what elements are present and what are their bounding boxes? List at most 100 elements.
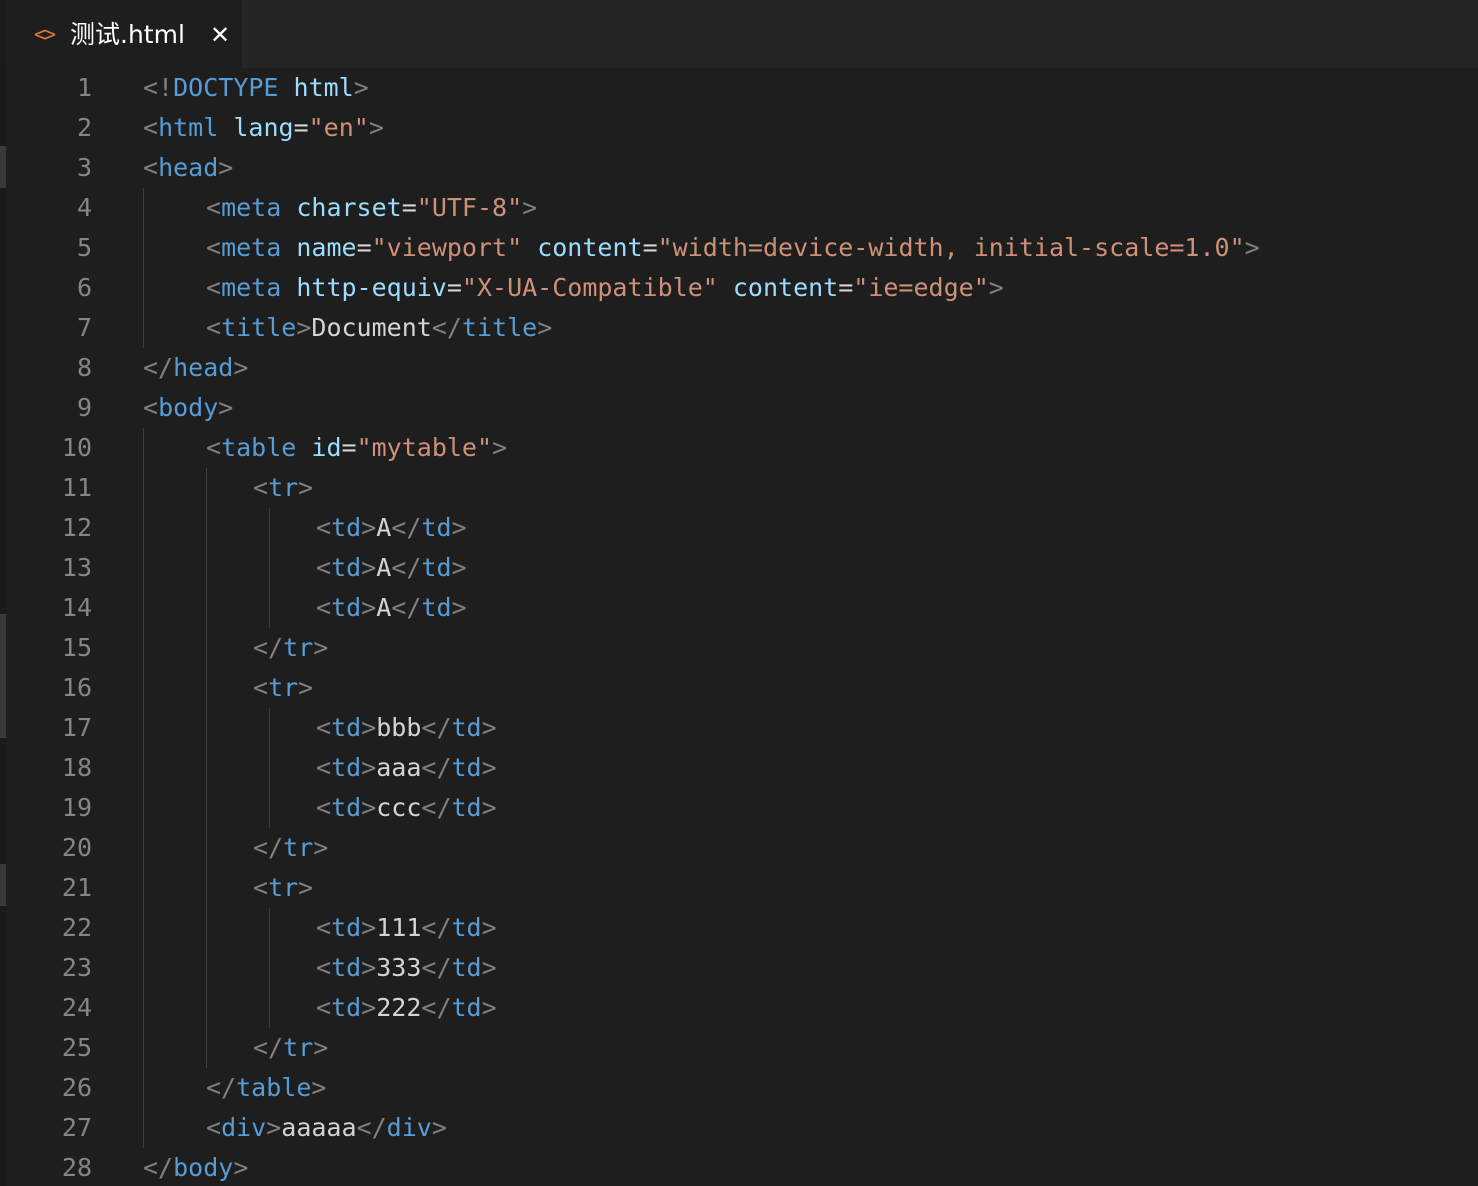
code-content[interactable]: <html lang="en"> — [143, 108, 384, 148]
code-content[interactable]: <meta http-equiv="X-UA-Compatible" conte… — [206, 268, 1004, 308]
code-tag-name: td — [451, 753, 482, 782]
code-line[interactable]: 22 <td>111</td> — [0, 908, 1478, 948]
code-line[interactable]: 27 <div>aaaaa</div> — [0, 1108, 1478, 1148]
code-punctuation: > — [481, 753, 497, 782]
code-tag-name: body — [158, 393, 219, 422]
code-content[interactable]: <meta name="viewport" content="width=dev… — [206, 228, 1260, 268]
editor-window: <> 测试.html ✕ 1 <!DOCTYPE html> 2 <html lang… — [0, 0, 1478, 1186]
code-content[interactable]: </tr> — [253, 828, 328, 868]
code-content[interactable]: <td>222</td> — [316, 988, 497, 1028]
code-punctuation: > — [361, 553, 377, 582]
code-text: 333 — [376, 953, 422, 982]
code-punctuation: > — [361, 513, 377, 542]
line-number: 15 — [61, 633, 92, 662]
code-punctuation: > — [313, 833, 329, 862]
code-line[interactable]: 11 <tr> — [0, 468, 1478, 508]
code-punctuation: < — [316, 913, 332, 942]
code-punctuation: > — [537, 313, 553, 342]
line-number: 3 — [76, 153, 92, 182]
line-number: 12 — [61, 513, 92, 542]
code-content[interactable]: <tr> — [253, 868, 313, 908]
code-content[interactable]: <body> — [143, 388, 233, 428]
code-punctuation: < — [316, 793, 332, 822]
tab-title[interactable]: 测试.html — [70, 20, 185, 50]
code-content[interactable]: </body> — [143, 1148, 248, 1186]
code-tag-name: td — [421, 593, 452, 622]
code-content[interactable]: <tr> — [253, 668, 313, 708]
code-line[interactable]: 4 <meta charset="UTF-8"> — [0, 188, 1478, 228]
code-content[interactable]: <td>A</td> — [316, 548, 467, 588]
code-content[interactable]: <td>333</td> — [316, 948, 497, 988]
code-line[interactable]: 10 <table id="mytable"> — [0, 428, 1478, 468]
code-line[interactable]: 21 <tr> — [0, 868, 1478, 908]
code-content[interactable]: <head> — [143, 148, 233, 188]
code-tag-name: td — [331, 553, 362, 582]
code-string: "width=device-width, initial-scale=1.0" — [657, 233, 1245, 262]
code-line[interactable]: 28 </body> — [0, 1148, 1478, 1186]
tab-active-file[interactable]: <> 测试.html ✕ — [0, 0, 242, 68]
line-number: 2 — [76, 113, 92, 142]
code-content[interactable]: <tr> — [253, 468, 313, 508]
code-content[interactable]: <td>A</td> — [316, 508, 467, 548]
code-line[interactable]: 5 <meta name="viewport" content="width=de… — [0, 228, 1478, 268]
code-punctuation: </ — [421, 713, 452, 742]
code-punctuation: > — [522, 193, 538, 222]
code-punctuation: > — [451, 593, 467, 622]
line-number: 24 — [61, 993, 92, 1022]
code-punctuation: > — [1244, 233, 1260, 262]
code-line[interactable]: 25 </tr> — [0, 1028, 1478, 1068]
code-line[interactable]: 3 <head> — [0, 148, 1478, 188]
code-line[interactable]: 19 <td>ccc</td> — [0, 788, 1478, 828]
code-line[interactable]: 15 </tr> — [0, 628, 1478, 668]
code-punctuation: > — [451, 553, 467, 582]
code-content[interactable]: </tr> — [253, 1028, 328, 1068]
code-line[interactable]: 17 <td>bbb</td> — [0, 708, 1478, 748]
code-content[interactable]: <td>A</td> — [316, 588, 467, 628]
code-punctuation: < — [316, 953, 332, 982]
code-line[interactable]: 16 <tr> — [0, 668, 1478, 708]
code-content[interactable]: <div>aaaaa</div> — [206, 1108, 447, 1148]
code-content[interactable]: <td>bbb</td> — [316, 708, 497, 748]
code-tag-name: html — [158, 113, 219, 142]
code-content[interactable]: <meta charset="UTF-8"> — [206, 188, 537, 228]
code-tag-name: tr — [283, 1033, 314, 1062]
code-line[interactable]: 24 <td>222</td> — [0, 988, 1478, 1028]
code-content[interactable]: </head> — [143, 348, 248, 388]
code-line[interactable]: 23 <td>333</td> — [0, 948, 1478, 988]
indent-guide — [143, 188, 144, 348]
code-line[interactable]: 1 <!DOCTYPE html> — [0, 68, 1478, 108]
code-punctuation: > — [218, 393, 234, 422]
code-content[interactable]: <td>aaa</td> — [316, 748, 497, 788]
line-number: 25 — [61, 1033, 92, 1062]
code-string: "viewport" — [371, 233, 523, 262]
code-line[interactable]: 2 <html lang="en"> — [0, 108, 1478, 148]
code-editor[interactable]: 1 <!DOCTYPE html> 2 <html lang="en"> 3 <head>… — [0, 68, 1478, 1186]
code-line[interactable]: 12 <td>A</td> — [0, 508, 1478, 548]
code-line[interactable]: 13 <td>A</td> — [0, 548, 1478, 588]
code-line[interactable]: 18 <td>aaa</td> — [0, 748, 1478, 788]
code-line[interactable]: 9 <body> — [0, 388, 1478, 428]
code-content[interactable]: </table> — [206, 1068, 326, 1108]
code-content[interactable]: </tr> — [253, 628, 328, 668]
code-tag-name: td — [331, 513, 362, 542]
code-content[interactable]: <!DOCTYPE html> — [143, 68, 369, 108]
code-line[interactable]: 8 </head> — [0, 348, 1478, 388]
code-line[interactable]: 20 </tr> — [0, 828, 1478, 868]
code-line[interactable]: 7 <title>Document</title> — [0, 308, 1478, 348]
close-icon[interactable]: ✕ — [210, 20, 230, 50]
code-content[interactable]: <td>111</td> — [316, 908, 497, 948]
code-content[interactable]: <td>ccc</td> — [316, 788, 497, 828]
code-text: aaa — [376, 753, 422, 782]
line-number: 4 — [76, 193, 92, 222]
code-punctuation: < — [316, 553, 332, 582]
code-content[interactable]: <title>Document</title> — [206, 308, 552, 348]
code-tag-name: head — [173, 353, 234, 382]
code-content[interactable]: <table id="mytable"> — [206, 428, 507, 468]
code-line[interactable]: 6 <meta http-equiv="X-UA-Compatible" cont… — [0, 268, 1478, 308]
code-punctuation: </ — [391, 553, 422, 582]
code-punctuation: > — [451, 513, 467, 542]
code-line[interactable]: 26 </table> — [0, 1068, 1478, 1108]
code-text: A — [376, 513, 392, 542]
code-line[interactable]: 14 <td>A</td> — [0, 588, 1478, 628]
